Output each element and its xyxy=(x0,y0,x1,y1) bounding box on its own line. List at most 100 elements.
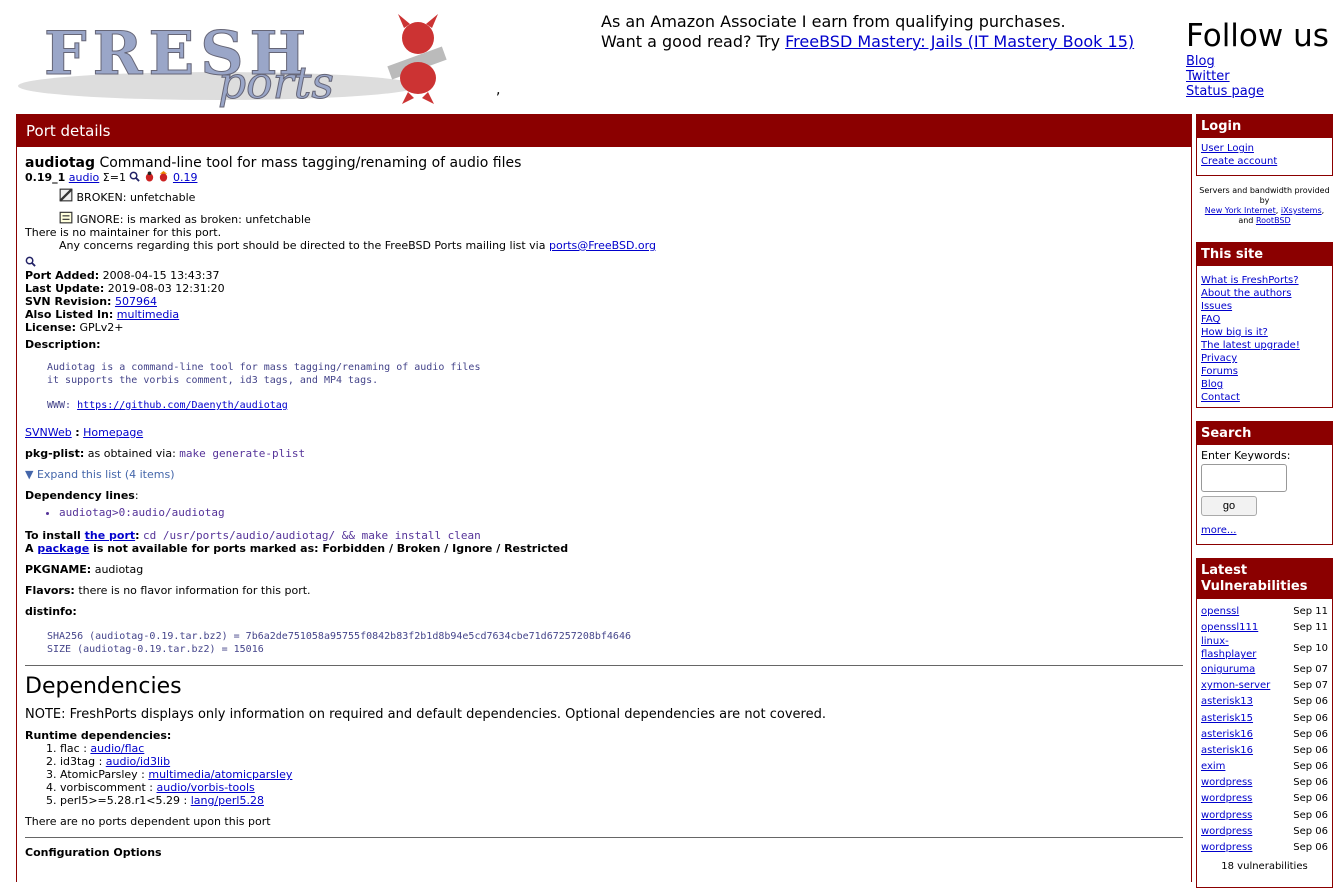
flavors-row: Flavors: there is no flavor information … xyxy=(25,584,311,597)
search-input[interactable] xyxy=(1201,464,1287,492)
more-link[interactable]: more... xyxy=(1201,524,1328,537)
vuln-row: linux-flashplayer Sep 10 xyxy=(1201,635,1328,661)
vuln-link[interactable]: asterisk16 xyxy=(1201,744,1253,757)
runtime-item: perl5>=5.28.r1<5.29 : lang/perl5.28 xyxy=(60,794,1183,807)
runtime-link[interactable]: audio/flac xyxy=(90,742,144,755)
package-link[interactable]: package xyxy=(37,542,89,555)
ixsystems-link[interactable]: iXsystems xyxy=(1281,206,1322,215)
search-box: Search Enter Keywords: go more... xyxy=(1196,421,1333,545)
runtime-link[interactable]: audio/id3lib xyxy=(106,755,170,768)
site-link[interactable]: Issues xyxy=(1201,300,1328,313)
install-row: To install the port: cd /usr/ports/audio… xyxy=(25,529,481,542)
runtime-item: vorbiscomment : audio/vorbis-tools xyxy=(60,781,1183,794)
concerns-line: Any concerns regarding this port should … xyxy=(59,239,656,252)
vuln-link[interactable]: asterisk16 xyxy=(1201,728,1253,741)
www-link[interactable]: https://github.com/Daenyth/audiotag xyxy=(77,400,288,411)
svn-row: SVN Revision: 507964 xyxy=(25,295,157,308)
site-link[interactable]: How big is it? xyxy=(1201,326,1328,339)
vuln-link[interactable]: asterisk13 xyxy=(1201,695,1253,708)
description-text: Audiotag is a command-line tool for mass… xyxy=(47,362,481,411)
port-added-row: Port Added: 2008-04-15 13:43:37 xyxy=(25,269,220,282)
description-label: Description: xyxy=(25,338,101,351)
vuln-row: openssl Sep 11 xyxy=(1201,605,1328,618)
port-details-panel: Port details audiotag Command-line tool … xyxy=(16,114,1192,882)
go-button[interactable]: go xyxy=(1201,496,1257,516)
follow-blog-link[interactable]: Blog xyxy=(1186,54,1329,69)
vuln-link[interactable]: xymon-server xyxy=(1201,679,1270,692)
bug-icon[interactable] xyxy=(144,171,155,182)
broken-notice: BROKEN: unfetchable xyxy=(59,188,1183,204)
vuln-link[interactable]: asterisk15 xyxy=(1201,712,1253,725)
runtime-link[interactable]: audio/vorbis-tools xyxy=(157,781,255,794)
runtime-list: flac : audio/flac id3tag : audio/id3lib … xyxy=(25,742,1183,807)
vulnerabilities-list: openssl Sep 11 openssl111 Sep 11 linux-fla… xyxy=(1197,599,1332,877)
runtime-item: id3tag : audio/id3lib xyxy=(60,755,1183,768)
vuln-link[interactable]: openssl xyxy=(1201,605,1239,618)
divider xyxy=(25,665,1183,666)
vuln-link[interactable]: wordpress xyxy=(1201,776,1252,789)
servers-provided: Servers and bandwidth provided by New Yo… xyxy=(1199,186,1330,225)
deplines-label: Dependency lines: xyxy=(25,489,139,502)
svn-revision-link[interactable]: 507964 xyxy=(115,295,157,308)
site-link[interactable]: Contact xyxy=(1201,391,1328,404)
site-link[interactable]: The latest upgrade! xyxy=(1201,339,1328,352)
vuln-link[interactable]: oniguruma xyxy=(1201,663,1255,676)
port-version: 0.19_1 xyxy=(25,171,66,184)
package-row: A package is not available for ports mar… xyxy=(25,542,569,555)
vulnerabilities-box: Latest Vulnerabilities openssl Sep 11 ope… xyxy=(1196,558,1333,888)
follow-status-link[interactable]: Status page xyxy=(1186,84,1329,99)
site-link[interactable]: Privacy xyxy=(1201,352,1328,365)
version-link[interactable]: 0.19 xyxy=(173,171,198,184)
site-link[interactable]: Forums xyxy=(1201,365,1328,378)
depline-item: audiotag>0:audio/audiotag xyxy=(59,506,1183,519)
user-login-link[interactable]: User Login xyxy=(1201,142,1328,155)
category-link[interactable]: audio xyxy=(69,171,99,184)
vuln-link[interactable]: wordpress xyxy=(1201,825,1252,838)
freshports-logo[interactable]: FRESH ports , xyxy=(18,8,508,110)
this-site-title: This site xyxy=(1197,243,1332,266)
vuln-row: wordpress Sep 06 xyxy=(1201,776,1328,789)
config-label: Configuration Options xyxy=(25,846,162,859)
ports-mail-link[interactable]: ports@FreeBSD.org xyxy=(549,239,656,252)
vuln-link[interactable]: exim xyxy=(1201,760,1225,773)
runtime-item: flac : audio/flac xyxy=(60,742,1183,755)
svnweb-link[interactable]: SVNWeb xyxy=(25,426,72,439)
site-link[interactable]: FAQ xyxy=(1201,313,1328,326)
vuln-link[interactable]: wordpress xyxy=(1201,792,1252,805)
runtime-label: Runtime dependencies: xyxy=(25,729,172,742)
bug-fire-icon[interactable] xyxy=(158,171,169,182)
vuln-link[interactable]: openssl111 xyxy=(1201,621,1258,634)
runtime-link[interactable]: multimedia/atomicparsley xyxy=(148,768,292,781)
vuln-link[interactable]: wordpress xyxy=(1201,809,1252,822)
site-link[interactable]: About the authors xyxy=(1201,287,1328,300)
site-link[interactable]: What is FreshPorts? xyxy=(1201,274,1328,287)
pkgplist-row: pkg-plist: as obtained via: make generat… xyxy=(25,447,306,460)
vuln-count: 18 vulnerabilities xyxy=(1221,860,1308,872)
the-port-link[interactable]: the port xyxy=(85,529,136,542)
search-icon[interactable] xyxy=(129,171,141,182)
listed-link[interactable]: multimedia xyxy=(117,308,179,321)
vuln-row: asterisk16 Sep 06 xyxy=(1201,728,1328,741)
svg-text:,: , xyxy=(496,82,500,98)
follow-twitter-link[interactable]: Twitter xyxy=(1186,69,1329,84)
search-icon[interactable] xyxy=(25,256,36,267)
vuln-link[interactable]: wordpress xyxy=(1201,841,1252,854)
dependencies-note: NOTE: FreshPorts displays only informati… xyxy=(25,707,826,722)
vuln-link[interactable]: linux-flashplayer xyxy=(1201,635,1269,661)
distinfo-text: SHA256 (audiotag-0.19.tar.bz2) = 7b6a2de… xyxy=(47,631,631,655)
homepage-link[interactable]: Homepage xyxy=(83,426,143,439)
rootbsd-link[interactable]: RootBSD xyxy=(1256,216,1291,225)
port-title: audiotag Command-line tool for mass tagg… xyxy=(25,155,1183,171)
deplines-list: audiotag>0:audio/audiotag xyxy=(25,506,1183,519)
expand-list[interactable]: ▼ Expand this list (4 items) xyxy=(25,468,1183,481)
site-link[interactable]: Blog xyxy=(1201,378,1328,391)
ad-line-1: As an Amazon Associate I earn from quali… xyxy=(601,12,1066,31)
svnweb-row: SVNWeb : Homepage xyxy=(25,426,144,439)
divider xyxy=(25,837,1183,838)
runtime-link[interactable]: lang/perl5.28 xyxy=(191,794,264,807)
ad-book-link[interactable]: FreeBSD Mastery: Jails (IT Mastery Book … xyxy=(785,32,1134,51)
dependencies-heading: Dependencies xyxy=(25,674,182,699)
nyi-link[interactable]: New York Internet xyxy=(1205,206,1276,215)
vuln-row: asterisk16 Sep 06 xyxy=(1201,744,1328,757)
create-account-link[interactable]: Create account xyxy=(1201,155,1328,168)
